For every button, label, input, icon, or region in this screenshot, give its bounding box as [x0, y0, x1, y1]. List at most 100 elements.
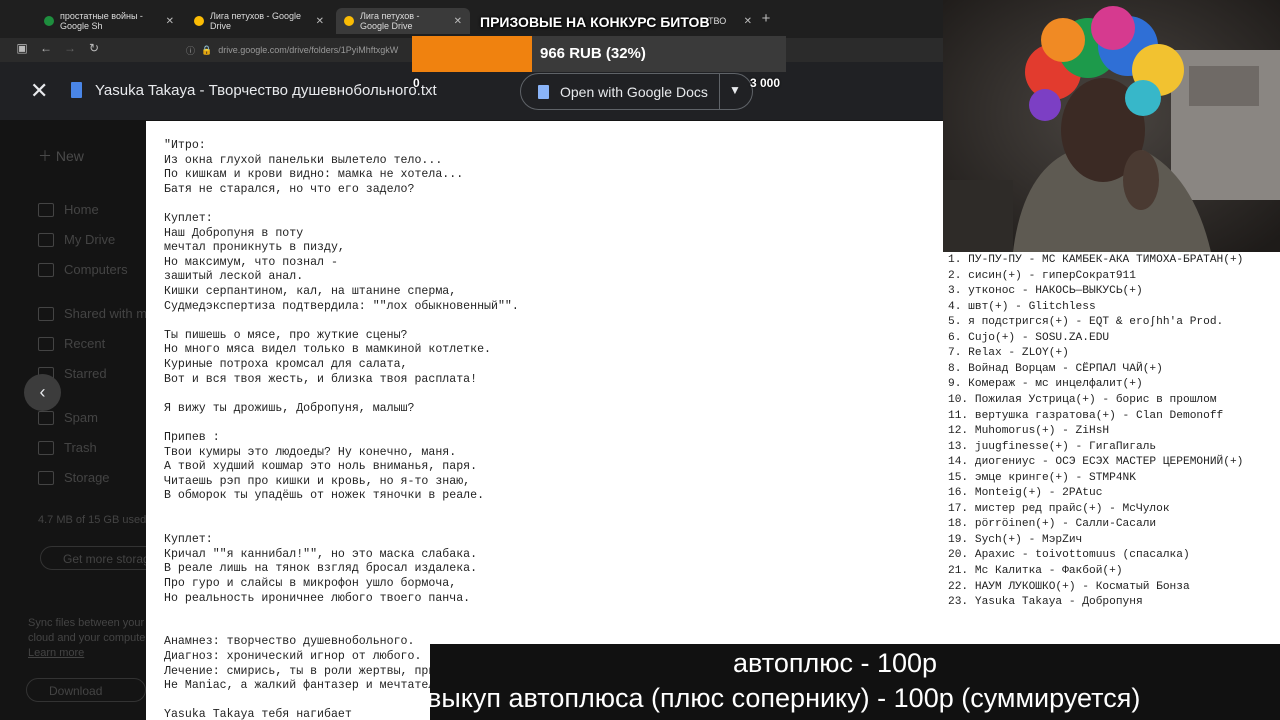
- participant-entry: 13. juugfinesse(+) - ГигаПигаль: [948, 440, 1157, 453]
- tab-close-icon[interactable]: ✕: [166, 16, 174, 27]
- close-icon[interactable]: ✕: [30, 80, 48, 102]
- sidebar-item-label: Trash: [64, 440, 97, 455]
- sidebar-item-storage[interactable]: Storage: [38, 470, 110, 485]
- sidebar-item-label: Starred: [64, 366, 107, 381]
- home-icon: [38, 202, 54, 217]
- document-line: мечтал проникнуть в пизду,: [164, 241, 345, 255]
- donation-progress-bar: 966 RUB (32%): [412, 36, 786, 72]
- participant-entry: 17. мистер ред прайс(+) - МсЧулок: [948, 502, 1170, 515]
- donation-min-label: 0: [413, 76, 420, 90]
- caption-autoplus: автоплюс - 100р: [733, 648, 938, 678]
- download-button[interactable]: Download: [26, 678, 146, 702]
- browser-tab-active[interactable]: Лига петухов - Google Drive ✕: [336, 8, 470, 34]
- browser-tab-bar: простатные войны - Google Sh ✕ Лига пету…: [0, 0, 943, 38]
- sidebar-item-shared[interactable]: Shared with me: [38, 306, 154, 321]
- chevron-down-icon[interactable]: ▼: [729, 83, 741, 97]
- donation-amount: 966 RUB (32%): [540, 45, 646, 62]
- document-line: Диагноз: хронический игнор от любого.: [164, 650, 422, 663]
- browser-tab[interactable]: простатные войны - Google Sh ✕: [36, 8, 182, 34]
- donation-max-label: 3 000: [750, 76, 781, 90]
- participant-entry: 3. утконос - НАКОСЬ—ВЫКУСЬ(+): [948, 285, 1143, 298]
- file-title: Yasuka Takaya - Творчество душевнобольно…: [95, 82, 437, 99]
- back-icon[interactable]: ←: [38, 41, 54, 55]
- participant-entry: 22. НАУМ ЛУКОШКО(+) - Косматый Бонза: [948, 580, 1190, 593]
- previous-file-button[interactable]: ‹: [24, 374, 61, 411]
- document-line: По кишкам и крови видно: мамка не хотела…: [164, 168, 464, 182]
- reload-icon[interactable]: ↻: [86, 41, 102, 55]
- document-line: Куриные потроха кромсал для салата,: [164, 358, 408, 371]
- tab-close-icon[interactable]: ✕: [316, 16, 324, 27]
- sidebar-item-home[interactable]: Home: [38, 202, 99, 217]
- drive-icon: [38, 232, 54, 247]
- participant-entry: 11. вертушка газратова(+) - Clan Demonof…: [948, 409, 1224, 422]
- participant-entry: 20. Арахис - toivottomuus (спасалка): [948, 549, 1190, 562]
- tab-close-icon[interactable]: ✕: [454, 16, 462, 27]
- document-line: Yasuka Takaya тебя нагибает: [164, 708, 352, 720]
- participant-entry: 15. эмце кринге(+) - STMP4NK: [948, 471, 1136, 484]
- sidebar-item-trash[interactable]: Trash: [38, 440, 97, 455]
- info-icon: ⓘ: [186, 45, 196, 56]
- sync-promo-line: cloud and your computer: [28, 632, 150, 644]
- text-file-icon: [71, 82, 82, 98]
- open-with-google-docs-button[interactable]: Open with Google Docs ▼: [520, 73, 753, 110]
- cloud-icon: [38, 470, 54, 485]
- sidebar-item-label: Recent: [64, 336, 106, 351]
- spam-icon: [38, 410, 54, 425]
- tab-label: простатные войны - Google Sh: [60, 11, 143, 31]
- learn-more-link[interactable]: Learn more: [28, 646, 149, 661]
- document-line: Но реальность ироничнее любого твоего па…: [164, 591, 471, 605]
- open-with-label: Open with Google Docs: [560, 84, 708, 100]
- participant-entry: 10. Пожилая Устрица(+) - борис в прошлом: [948, 393, 1217, 406]
- donation-progress-fill: [412, 36, 533, 72]
- new-button[interactable]: ＋ New: [38, 146, 84, 166]
- sidebar-toggle-icon[interactable]: ▣: [14, 41, 30, 55]
- document-line: Я вижу ты дрожишь, Добропуня, малыш?: [164, 401, 415, 415]
- forward-icon[interactable]: →: [62, 41, 78, 55]
- sidebar-item-recent[interactable]: Recent: [38, 336, 105, 351]
- document-page: "Итро: Из окна глухой панельки вылетело т…: [146, 121, 943, 720]
- document-line: Читаешь рэп про кишки и кровь, но я-то з…: [164, 474, 471, 488]
- document-line: В обморок ты упадёшь от ножек тяночки в …: [164, 489, 485, 503]
- document-line: Ты пишешь о мясе, про жуткие сцены?: [164, 328, 408, 342]
- document-line: Судмедэкспертиза подтвердила: ""лох обык…: [164, 299, 519, 313]
- sidebar-item-label: Home: [64, 202, 99, 217]
- sidebar-item-label: Shared with me: [64, 306, 155, 321]
- get-storage-button[interactable]: Get more storage: [40, 546, 160, 570]
- document-line: Куплет:: [164, 533, 213, 547]
- drive-favicon-icon: [194, 16, 204, 26]
- document-line: А твой худший кошмар это ноль вниманья, …: [164, 460, 478, 474]
- browser-tab[interactable]: Лига петухов - Google Drive ✕: [186, 8, 332, 34]
- participants-list: 1. ПУ-ПУ-ПУ - МС КАМБЕК-АКА ТИМОХА-БРАТА…: [943, 252, 1280, 644]
- tab-label: Лига петухов - Google Drive: [210, 11, 302, 31]
- lock-icon: 🔒: [201, 44, 213, 55]
- document-line: Твои кумиры это людоеды? Ну конечно, ман…: [164, 445, 457, 459]
- sync-promo: Sync files between your cloud and your c…: [28, 616, 149, 661]
- caption-buyout: выкуп автоплюса (плюс сопернику) - 100р …: [427, 683, 1141, 713]
- trash-icon: [38, 440, 54, 455]
- new-tab-button[interactable]: +: [758, 10, 774, 27]
- sidebar-item-label: Computers: [64, 262, 128, 277]
- tab-close-icon[interactable]: ✕: [744, 16, 752, 27]
- sidebar-item-computers[interactable]: Computers: [38, 262, 128, 277]
- webcam-feed: [943, 0, 1280, 252]
- sync-promo-line: Sync files between your: [28, 617, 145, 629]
- sidebar-item-my-drive[interactable]: My Drive: [38, 232, 115, 247]
- donation-goal-title: ПРИЗОВЫЕ НА КОНКУРС БИТОВ: [480, 14, 710, 30]
- sidebar-item-label: My Drive: [64, 232, 116, 247]
- document-line: зашитый леской анал.: [164, 270, 304, 284]
- participant-entry: 9. Комераж - мс инцелфалит(+): [948, 378, 1143, 391]
- people-icon: [38, 306, 54, 321]
- document-line: Но много мяса видел только в мамкиной ко…: [164, 343, 491, 357]
- tab-label: Лига петухов - Google Drive: [360, 11, 420, 31]
- sidebar-item-spam[interactable]: Spam: [38, 410, 98, 425]
- clock-icon: [38, 336, 54, 351]
- tab-label: ТВО: [708, 16, 727, 26]
- participant-entry: 5. я подстригся(+) - EQT & eroʃhh'a Proԁ…: [948, 316, 1224, 329]
- drive-sidebar: ＋ New Home My Drive Computers Shared wit…: [0, 120, 160, 720]
- webcam-image: [943, 0, 1280, 252]
- participant-entry: 12. Muhomorus(+) - ZiHsH: [948, 425, 1110, 438]
- participant-entry: 8. Войнад Ворцам - СЁРПАЛ ЧАЙ(+): [948, 362, 1163, 375]
- participant-entry: 6. Cujo(+) - SOSU.ZA.EDU: [948, 331, 1110, 344]
- document-line: Про гуро и слайсы в микрофон ушло бормоч…: [164, 577, 457, 590]
- storage-usage-text: 4.7 MB of 15 GB used: [38, 514, 147, 526]
